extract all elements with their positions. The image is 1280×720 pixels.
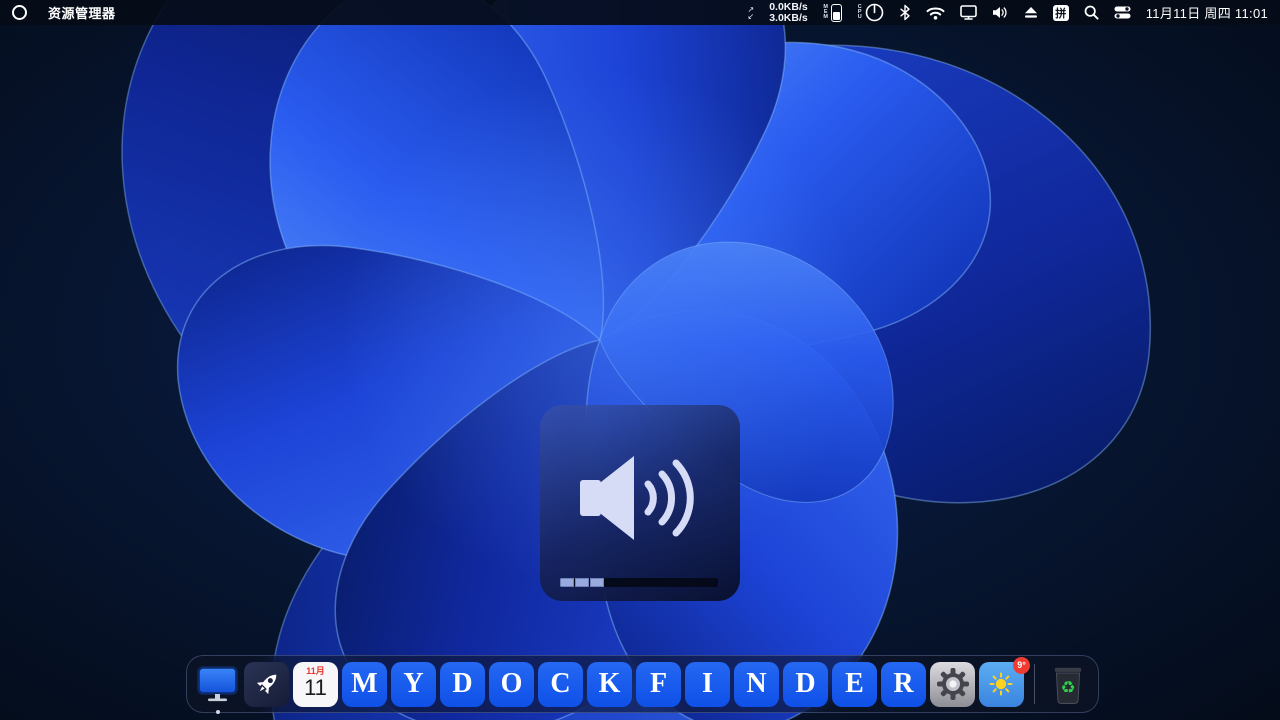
system-menu-logo-icon[interactable] bbox=[12, 5, 27, 20]
sun-icon bbox=[989, 672, 1012, 696]
search-icon[interactable] bbox=[1084, 5, 1099, 20]
letter-label: D bbox=[452, 668, 473, 699]
calendar-month: 11月 bbox=[306, 665, 325, 676]
volume-osd-overlay bbox=[540, 405, 740, 601]
svg-text:♻: ♻ bbox=[1060, 677, 1075, 697]
volume-icon[interactable] bbox=[992, 6, 1009, 19]
dock-letter-tile-K[interactable]: K bbox=[587, 661, 632, 707]
memory-label: MEM bbox=[823, 4, 829, 20]
dock-item-trash[interactable]: ♻ bbox=[1045, 662, 1090, 707]
dock-item-calendar[interactable]: 11月 11 bbox=[293, 661, 338, 707]
letter-label: Y bbox=[403, 668, 424, 699]
menu-bar-clock[interactable]: 11月11日 周四 11:01 bbox=[1146, 3, 1268, 22]
letter-label: C bbox=[550, 668, 571, 699]
dock-letter-tile-D2[interactable]: D bbox=[783, 661, 828, 707]
dock-item-weather[interactable]: 9° bbox=[979, 656, 1030, 707]
net-upload-speed: 0.0KB/s bbox=[769, 0, 808, 13]
weather-temperature-badge: 9° bbox=[1013, 656, 1030, 674]
cpu-label: CPU bbox=[857, 4, 862, 20]
letter-label: E bbox=[845, 668, 864, 699]
control-center-icon[interactable] bbox=[1114, 6, 1131, 19]
memory-gauge-icon bbox=[830, 3, 842, 22]
display-icon[interactable] bbox=[959, 5, 977, 20]
net-download-speed: 3.0KB/s bbox=[769, 11, 808, 24]
cpu-gauge[interactable]: CPU bbox=[857, 3, 884, 22]
trash-recycle-icon: ♻ bbox=[1054, 667, 1081, 704]
dock-item-settings[interactable] bbox=[930, 661, 975, 707]
gear-icon bbox=[936, 668, 969, 700]
calendar-day: 11 bbox=[304, 674, 327, 700]
network-speed-readout[interactable]: 0.0KB/s 3.0KB/s bbox=[769, 0, 808, 24]
bluetooth-icon[interactable] bbox=[899, 4, 911, 21]
rocket-icon bbox=[256, 674, 276, 695]
letter-label: F bbox=[649, 668, 668, 699]
letter-label: N bbox=[746, 668, 767, 699]
volume-segment bbox=[560, 578, 574, 587]
volume-level-segments bbox=[560, 578, 604, 587]
dock-letter-tile-D1[interactable]: D bbox=[440, 661, 485, 707]
dock-letter-tile-E[interactable]: E bbox=[832, 661, 877, 707]
network-arrows-icon[interactable]: ↗ ↙ bbox=[747, 5, 754, 20]
memory-gauge[interactable]: MEM bbox=[823, 3, 842, 22]
letter-label: O bbox=[500, 668, 523, 699]
volume-segment bbox=[575, 578, 589, 587]
dock-letter-tile-R[interactable]: R bbox=[881, 661, 926, 707]
volume-level-bar bbox=[560, 578, 718, 587]
menu-bar: 资源管理器 ↗ ↙ 0.0KB/s 3.0KB/s MEM CPU 拼 11月1… bbox=[0, 0, 1280, 25]
letter-label: M bbox=[351, 668, 378, 699]
active-app-title[interactable]: 资源管理器 bbox=[48, 3, 116, 22]
speaker-with-waves-icon bbox=[580, 456, 694, 540]
desktop-wallpaper bbox=[0, 0, 1280, 720]
dock-letter-tile-N[interactable]: N bbox=[734, 661, 779, 707]
letter-label: I bbox=[702, 668, 713, 699]
dock-letter-tile-O[interactable]: O bbox=[489, 661, 534, 707]
letter-label: D bbox=[795, 668, 816, 699]
dock-letter-tile-Y[interactable]: Y bbox=[391, 661, 436, 707]
letter-label: R bbox=[893, 668, 914, 699]
wifi-icon[interactable] bbox=[926, 6, 945, 20]
dock-letter-tile-I[interactable]: I bbox=[685, 661, 730, 707]
dock-letter-tile-C[interactable]: C bbox=[538, 661, 583, 707]
computer-monitor-icon bbox=[197, 666, 238, 702]
dock-letter-tile-M[interactable]: M bbox=[342, 661, 387, 707]
letter-label: K bbox=[598, 668, 621, 699]
input-method-badge[interactable]: 拼 bbox=[1052, 4, 1069, 21]
running-indicator-dot bbox=[215, 709, 220, 714]
dock-item-computer[interactable] bbox=[195, 662, 240, 714]
dock-item-launchpad[interactable] bbox=[244, 661, 289, 707]
dock-letter-tile-F[interactable]: F bbox=[636, 661, 681, 707]
dock-separator bbox=[1034, 664, 1035, 704]
eject-icon[interactable] bbox=[1024, 6, 1038, 19]
volume-segment bbox=[590, 578, 604, 587]
dock: 11月 11 M Y D O C K F I N D E R 9° ♻ bbox=[186, 655, 1099, 714]
cpu-dial-icon bbox=[865, 3, 884, 22]
